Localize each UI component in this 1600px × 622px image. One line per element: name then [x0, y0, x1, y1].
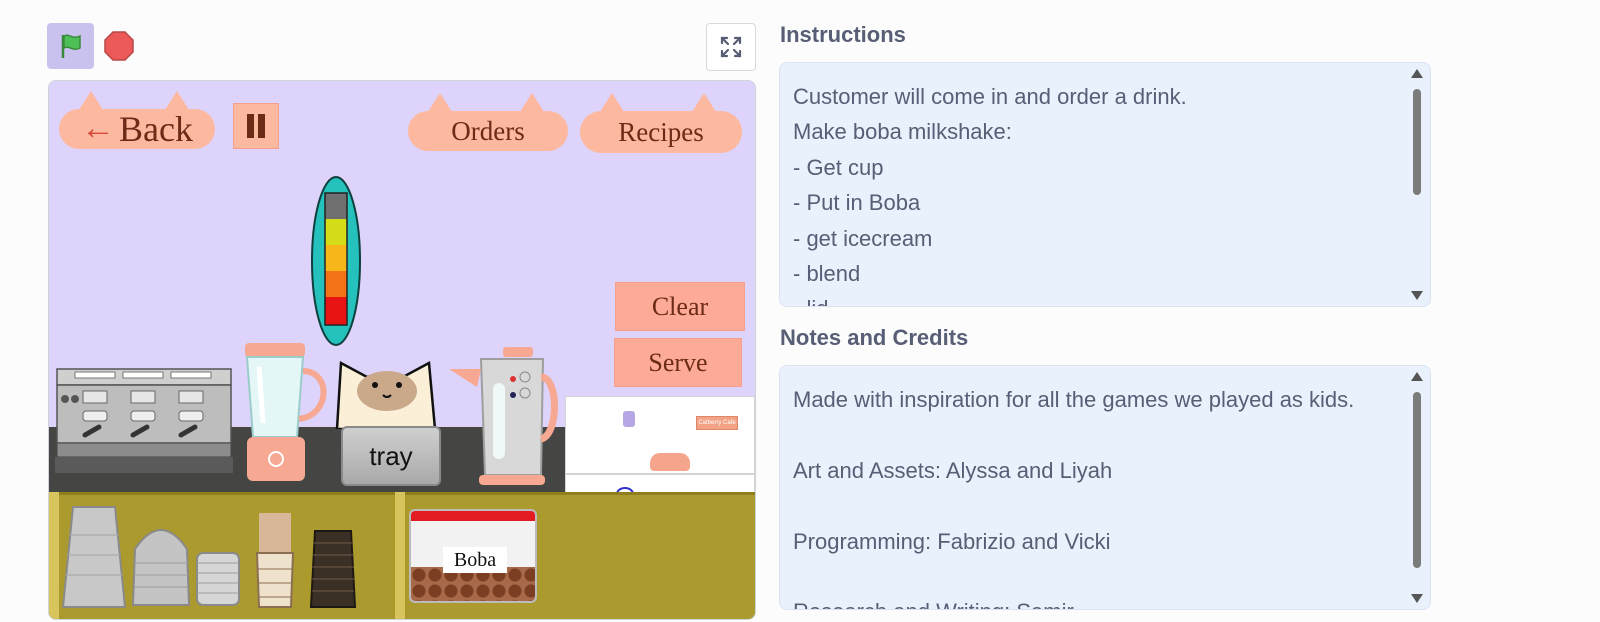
green-flag-icon: [61, 34, 81, 58]
instructions-box[interactable]: Customer will come in and order a drink.…: [779, 62, 1431, 307]
cat-face-mini: [650, 453, 690, 471]
scroll-up-icon[interactable]: [1411, 372, 1423, 381]
shelf-divider: [49, 492, 59, 619]
jar-lid: [411, 511, 535, 521]
arrow-left-icon: ←: [81, 110, 116, 147]
paper-cups-stack[interactable]: [253, 511, 297, 609]
serve-button[interactable]: Serve: [614, 338, 742, 387]
pause-icon: [247, 114, 265, 138]
clear-label: Clear: [651, 291, 709, 321]
tray-label: tray: [369, 440, 413, 471]
notes-text: Made with inspiration for all the games …: [793, 387, 1355, 609]
instructions-heading: Instructions: [780, 22, 906, 47]
boba-jar[interactable]: Boba: [409, 509, 537, 603]
espresso-machine[interactable]: [55, 367, 233, 485]
stop-button[interactable]: [103, 30, 135, 62]
scroll-thumb[interactable]: [1413, 392, 1421, 568]
clear-button[interactable]: Clear: [615, 282, 745, 331]
bubble-ear: [163, 91, 191, 113]
scroll-down-icon[interactable]: [1411, 594, 1423, 603]
serve-label: Serve: [648, 347, 708, 377]
fullscreen-button[interactable]: [706, 23, 756, 71]
preview-window-top[interactable]: Catberry Cafe: [565, 396, 755, 474]
brown-cups-stack[interactable]: [307, 529, 359, 609]
cafe-sign-label: Catberry Cafe: [698, 420, 736, 426]
scroll-thumb[interactable]: [1413, 89, 1421, 195]
blender[interactable]: [235, 343, 339, 485]
scroll-down-icon[interactable]: [1411, 291, 1423, 300]
bubble-ear: [518, 93, 546, 115]
stop-sign-icon: [104, 31, 134, 61]
tray-button[interactable]: tray: [341, 426, 441, 486]
back-button[interactable]: ← Back: [59, 91, 215, 149]
blend-meter: [311, 176, 361, 346]
green-flag-button[interactable]: [47, 23, 94, 69]
boba-label: Boba: [443, 547, 507, 573]
dome-lids-stack[interactable]: [131, 519, 191, 607]
cup-icon: [623, 411, 635, 427]
notes-heading: Notes and Credits: [780, 325, 969, 350]
fullscreen-icon: [720, 36, 742, 58]
scroll-up-icon[interactable]: [1411, 69, 1423, 78]
bubble-ear: [77, 91, 105, 113]
kettle[interactable]: [447, 347, 559, 487]
notes-scrollbar[interactable]: [1410, 370, 1424, 605]
recipes-label: Recipes: [618, 116, 704, 147]
orders-label: Orders: [451, 115, 525, 146]
plastic-cups-stack[interactable]: [59, 505, 129, 609]
flat-lids-stack[interactable]: [195, 551, 241, 607]
recipes-button[interactable]: Recipes: [580, 93, 742, 153]
instructions-scrollbar[interactable]: [1410, 67, 1424, 302]
cafe-sign: Catberry Cafe: [696, 416, 738, 430]
bubble-ear: [690, 93, 718, 115]
notes-box[interactable]: Made with inspiration for all the games …: [779, 365, 1431, 610]
bubble-ear: [426, 93, 454, 115]
back-label: Back: [119, 109, 193, 149]
orders-button[interactable]: Orders: [408, 93, 568, 151]
instructions-text: Customer will come in and order a drink.…: [793, 84, 1187, 306]
pause-button[interactable]: [233, 103, 279, 149]
bubble-ear: [598, 93, 626, 115]
shelf-divider: [395, 492, 405, 619]
game-stage[interactable]: ← Back Orders Recipes Clear Serve tray C…: [48, 80, 756, 620]
cat-character: [335, 360, 437, 429]
